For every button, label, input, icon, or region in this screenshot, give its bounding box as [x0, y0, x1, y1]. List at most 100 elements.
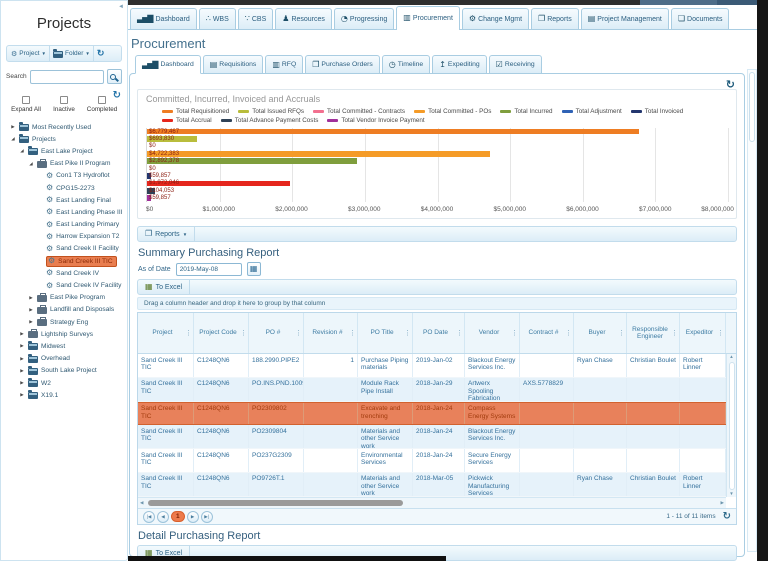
scrollbar-thumb[interactable]	[749, 72, 755, 142]
search-input[interactable]	[30, 70, 104, 84]
table-row[interactable]: Sand Creek III TICC1248QN6PO2309802Excav…	[138, 402, 736, 426]
pager-next-button[interactable]: ▶	[187, 511, 199, 523]
column-menu-icon[interactable]: ⋮	[240, 329, 247, 337]
tree-item-east-landing-final[interactable]: ⚙East Landing Final	[6, 194, 122, 206]
tab-resources[interactable]: ♟Resources	[275, 8, 332, 29]
tab-progressing[interactable]: ◔Progressing	[334, 8, 394, 29]
tree-collapsed-arrow[interactable]: ▶	[19, 356, 25, 362]
search-button[interactable]	[107, 69, 122, 84]
scroll-up-icon[interactable]: ▲	[729, 355, 733, 360]
pager-page-1[interactable]: 1	[171, 511, 185, 522]
column-header-expeditor[interactable]: Expeditor⋮	[680, 313, 726, 353]
subtab-purchase-orders[interactable]: ❐Purchase Orders	[305, 55, 380, 74]
column-header-responsible-engineer[interactable]: Responsible Engineer⋮	[627, 313, 680, 353]
legend-item-total-committed-contracts[interactable]: Total Committed - Contracts	[313, 108, 405, 115]
tree-item-east-pike-program[interactable]: ▶East Pike Program	[6, 292, 122, 304]
scroll-left-icon[interactable]: ◀	[140, 500, 143, 506]
tree-item-sand-creek-iv[interactable]: ⚙Sand Creek IV	[6, 267, 122, 279]
tab-reports[interactable]: ❐Reports	[531, 8, 579, 29]
folder-menu-button[interactable]: Folder ▼	[50, 46, 94, 61]
column-header-buyer[interactable]: Buyer⋮	[574, 313, 627, 353]
subtab-receiving[interactable]: ☑Receiving	[489, 55, 542, 74]
tree-item-overhead[interactable]: ▶Overhead	[6, 353, 122, 365]
tree-collapsed-arrow[interactable]: ▶	[19, 380, 25, 386]
column-header-po-title[interactable]: PO Title⋮	[358, 313, 413, 353]
tree-item-x19-1[interactable]: ▶X19.1	[6, 389, 122, 401]
table-row[interactable]: Sand Creek III TICC1248QN6PO.INS.PND.100…	[138, 378, 736, 402]
subtab-timeline[interactable]: ◷Timeline	[382, 55, 430, 74]
column-header-project[interactable]: Project⋮	[138, 313, 194, 353]
tree-item-most-recently-used[interactable]: ▶Most Recently Used	[6, 121, 122, 133]
tree-item-lightship-surveys[interactable]: ▶Lightship Surveys	[6, 328, 122, 340]
pager-last-button[interactable]: ▶|	[201, 511, 213, 523]
legend-item-total-invoiced[interactable]: Total Invoiced	[631, 108, 684, 115]
grid-vertical-scrollbar[interactable]: ▲ ▼	[726, 354, 736, 497]
tree-item-harrow-expansion-t2[interactable]: ⚙Harrow Expansion T2	[6, 231, 122, 243]
tab-dashboard[interactable]: ▃▅▇Dashboard	[130, 8, 197, 29]
project-menu-button[interactable]: ⚙ Project ▼	[8, 46, 50, 61]
column-menu-icon[interactable]: ⋮	[565, 329, 572, 337]
tree-expanded-arrow[interactable]: ◢	[28, 161, 34, 167]
calendar-button[interactable]: ▦	[247, 262, 261, 276]
tab-cbs[interactable]: ∵CBS	[238, 8, 274, 29]
scroll-down-icon[interactable]: ▼	[729, 492, 733, 497]
legend-item-total-accrual[interactable]: Total Accrual	[162, 117, 212, 124]
table-row[interactable]: Sand Creek III TICC1248QN6PO2309804Mater…	[138, 425, 736, 449]
sidebar-refresh-button[interactable]: ↻	[94, 48, 108, 59]
column-header-revision[interactable]: Revision #⋮	[304, 313, 358, 353]
tree-item-strategy-eng[interactable]: ▶Strategy Eng	[6, 316, 122, 328]
tab-procurement[interactable]: ▥Procurement	[396, 6, 460, 30]
column-menu-icon[interactable]: ⋮	[717, 329, 724, 337]
tree-item-east-landing-phase-iii[interactable]: ⚙East Landing Phase III	[6, 206, 122, 218]
summary-to-excel-button[interactable]: ▦ To Excel	[138, 280, 190, 294]
tree-item-landfill-and-disposals[interactable]: ▶Landfill and Disposals	[6, 304, 122, 316]
tab-project-management[interactable]: ▤Project Management	[581, 8, 669, 29]
tree-item-sand-creek-ii-facility[interactable]: ⚙Sand Creek II Facility	[6, 243, 122, 255]
tree-collapsed-arrow[interactable]: ▶	[28, 319, 34, 325]
tree-collapsed-arrow[interactable]: ▶	[19, 392, 25, 398]
tree-collapsed-arrow[interactable]: ▶	[10, 124, 16, 130]
completed-checkbox[interactable]: Completed	[83, 96, 121, 113]
column-menu-icon[interactable]: ⋮	[349, 329, 356, 337]
tree-expanded-arrow[interactable]: ◢	[10, 136, 16, 142]
legend-item-total-committed-pos[interactable]: Total Committed - POs	[414, 108, 491, 115]
pager-prev-button[interactable]: ◀	[157, 511, 169, 523]
column-header-project-code[interactable]: Project Code⋮	[194, 313, 249, 353]
scroll-right-icon[interactable]: ▶	[721, 500, 724, 506]
tab-change-mgmt[interactable]: ⚙Change Mgmt	[462, 8, 529, 29]
legend-item-total-advance-payment-costs[interactable]: Total Advance Payment Costs	[221, 117, 319, 124]
sidebar-collapse-icon[interactable]: ◄	[118, 4, 124, 10]
column-header-vendor[interactable]: Vendor⋮	[465, 313, 520, 353]
table-row[interactable]: Sand Creek III TICC1248QN6PO237G2309Envi…	[138, 449, 736, 473]
tree-collapsed-arrow[interactable]: ▶	[28, 295, 34, 301]
tree-expanded-arrow[interactable]: ◢	[19, 148, 25, 154]
table-row[interactable]: Sand Creek III TICC1248QN6PO9726T.1Mater…	[138, 473, 736, 497]
subtab-expediting[interactable]: ↥Expediting	[432, 55, 486, 74]
tree-item-w2[interactable]: ▶W2	[6, 377, 122, 389]
column-menu-icon[interactable]: ⋮	[618, 329, 625, 337]
main-scrollbar[interactable]	[747, 69, 757, 552]
column-header-contract[interactable]: Contract #⋮	[520, 313, 574, 353]
tree-item-midwest[interactable]: ▶Midwest	[6, 340, 122, 352]
reports-menu-button[interactable]: ❐ Reports ▼	[138, 227, 195, 241]
tree-collapsed-arrow[interactable]: ▶	[19, 343, 25, 349]
column-menu-icon[interactable]: ⋮	[185, 329, 192, 337]
tree-item-east-lake-project[interactable]: ◢East Lake Project	[6, 145, 122, 157]
column-menu-icon[interactable]: ⋮	[295, 329, 302, 337]
subtab-dashboard[interactable]: ▃▅▇Dashboard	[135, 55, 201, 74]
expand-all-checkbox[interactable]: Expand All	[7, 96, 45, 113]
legend-item-total-requisitioned[interactable]: Total Requisitioned	[162, 108, 229, 115]
column-menu-icon[interactable]: ⋮	[456, 329, 463, 337]
column-menu-icon[interactable]: ⋮	[511, 329, 518, 337]
legend-item-total-vendor-invoice-payment[interactable]: Total Vendor Invoice Payment	[327, 117, 424, 124]
grid-refresh-icon[interactable]: ↻	[723, 511, 731, 522]
tree-item-cpg15-2273[interactable]: ⚙CPG15-2273	[6, 182, 122, 194]
column-menu-icon[interactable]: ⋮	[671, 329, 678, 337]
tab-wbs[interactable]: ∴WBS	[199, 8, 236, 29]
tree-collapsed-arrow[interactable]: ▶	[19, 331, 25, 337]
tree-item-sand-creek-iii-tic[interactable]: ⚙Sand Creek III TIC	[6, 255, 122, 267]
column-header-po-date[interactable]: PO Date⋮	[413, 313, 465, 353]
scrollbar-thumb[interactable]	[148, 500, 403, 506]
tree-item-east-pike-ii-program[interactable]: ◢East Pike II Program	[6, 158, 122, 170]
tab-documents[interactable]: ❏Documents	[671, 8, 730, 29]
